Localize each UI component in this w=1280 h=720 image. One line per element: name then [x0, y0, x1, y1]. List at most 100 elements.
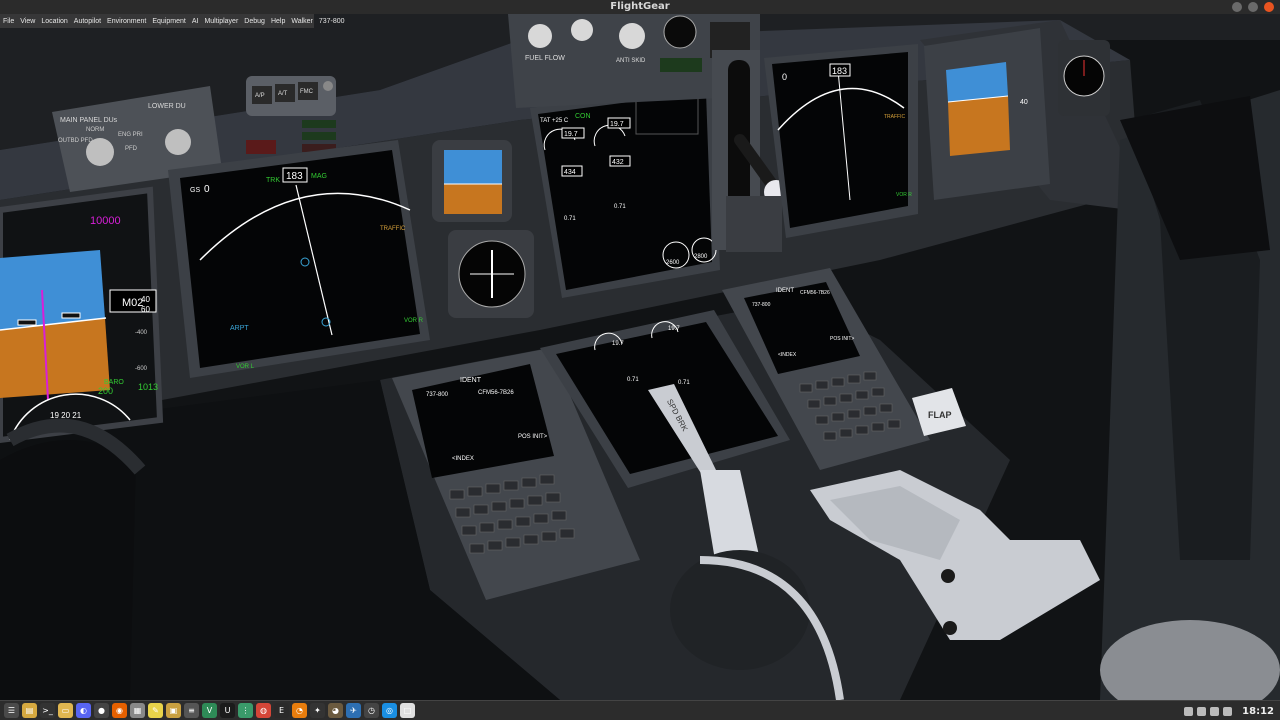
volume-icon[interactable] — [1197, 706, 1207, 716]
svg-text:0.71: 0.71 — [678, 380, 690, 386]
svg-text:PFD: PFD — [125, 146, 138, 152]
files-icon[interactable]: ▤ — [22, 703, 37, 718]
menu-file[interactable]: File — [3, 18, 14, 25]
maximize-button[interactable] — [1248, 2, 1258, 12]
close-button[interactable] — [1264, 2, 1274, 12]
chrome-icon[interactable]: ◍ — [256, 703, 271, 718]
svg-text:0.71: 0.71 — [614, 204, 626, 210]
right-clock — [1058, 40, 1110, 116]
discord-icon[interactable]: ◐ — [76, 703, 91, 718]
settings-icon[interactable]: ≡ — [184, 703, 199, 718]
inkscape-icon[interactable]: ✦ — [310, 703, 325, 718]
menu-multiplayer[interactable]: Multiplayer — [204, 18, 238, 25]
svg-text:GS: GS — [190, 187, 200, 194]
unreal-icon[interactable]: U — [220, 703, 235, 718]
svg-text:2800: 2800 — [694, 254, 708, 260]
svg-text:ARPT: ARPT — [230, 325, 249, 332]
cockpit-view[interactable]: MAIN PANEL DUs LOWER DU NORM OUTBD PFD E… — [0, 14, 1280, 700]
svg-text:BARO: BARO — [104, 379, 124, 386]
blender-icon[interactable]: ◔ — [292, 703, 307, 718]
window-titlebar[interactable]: FlightGear — [0, 0, 1280, 14]
svg-text:432: 432 — [612, 159, 624, 166]
network-icon[interactable]: ⋮ — [238, 703, 253, 718]
svg-text:19.7: 19.7 — [668, 326, 680, 332]
window-icon[interactable]: □ — [400, 703, 415, 718]
terminal-icon[interactable]: >_ — [40, 703, 55, 718]
menu-location[interactable]: Location — [41, 18, 67, 25]
menu-walker[interactable]: Walker — [291, 18, 313, 25]
menu-icon[interactable]: ☰ — [4, 703, 19, 718]
svg-text:TRK: TRK — [266, 177, 280, 184]
battery-icon[interactable] — [1210, 706, 1220, 716]
pdf-icon[interactable]: ▣ — [166, 703, 181, 718]
left-nd: 183 TRK MAG GS 0 TRAFFIC ARPT VOR L VOR … — [168, 140, 430, 378]
right-pfd: 40 — [924, 28, 1050, 200]
menu-aircraft[interactable]: 737-800 — [319, 18, 345, 25]
notes-icon[interactable]: ✎ — [148, 703, 163, 718]
menu-environment[interactable]: Environment — [107, 18, 146, 25]
svg-text:POS INIT>: POS INIT> — [518, 434, 548, 440]
svg-text:NORM: NORM — [86, 127, 104, 133]
svg-text:VOR R: VOR R — [896, 192, 912, 198]
svg-text:19.7: 19.7 — [564, 131, 578, 138]
svg-text:LOWER DU: LOWER DU — [148, 103, 186, 110]
svg-text:<INDEX: <INDEX — [452, 456, 474, 462]
clock-app-icon[interactable]: ◷ — [364, 703, 379, 718]
menu-view[interactable]: View — [20, 18, 35, 25]
svg-text:ENG PRI: ENG PRI — [118, 132, 143, 138]
svg-text:737-800: 737-800 — [752, 302, 771, 308]
gimp-icon[interactable]: ◕ — [328, 703, 343, 718]
svg-text:200: 200 — [98, 386, 113, 396]
notification-icon[interactable] — [1223, 706, 1233, 716]
svg-text:CON: CON — [575, 113, 591, 120]
svg-text:737-800: 737-800 — [426, 392, 449, 398]
svg-text:TRAFFIC: TRAFFIC — [884, 114, 905, 120]
svg-text:OUTBD PFD: OUTBD PFD — [58, 138, 93, 144]
captain-yoke — [0, 418, 146, 700]
lower-du-knob — [165, 129, 191, 155]
svg-text:1013: 1013 — [138, 382, 158, 392]
epic-icon[interactable]: E — [274, 703, 289, 718]
obs-icon[interactable]: ● — [94, 703, 109, 718]
standby-compass — [448, 230, 534, 318]
browser-icon[interactable]: ◎ — [382, 703, 397, 718]
flightgear-icon[interactable]: ✈ — [346, 703, 361, 718]
svg-text:MAG: MAG — [311, 173, 327, 180]
network-icon[interactable] — [1184, 706, 1194, 716]
svg-text:183: 183 — [832, 66, 847, 76]
svg-text:MAIN PANEL DUs: MAIN PANEL DUs — [60, 117, 118, 124]
menu-help[interactable]: Help — [271, 18, 285, 25]
minimize-button[interactable] — [1232, 2, 1242, 12]
svg-text:FLAP: FLAP — [928, 410, 952, 420]
svg-text:IDENT: IDENT — [460, 377, 482, 384]
clock[interactable]: 18:12 — [1242, 706, 1274, 717]
svg-text:TRAFFIC: TRAFFIC — [380, 226, 406, 232]
svg-text:CFM56-7B26: CFM56-7B26 — [800, 290, 830, 296]
left-pfd: 10000 M02 40 60 -400 -600 BARO 200 1013 … — [0, 186, 164, 444]
svg-text:19.7: 19.7 — [610, 121, 624, 128]
svg-text:POS INIT>: POS INIT> — [830, 336, 854, 342]
right-nd: 183 0 TRAFFIC VOR R — [764, 44, 918, 238]
firefox-icon[interactable]: ◉ — [112, 703, 127, 718]
vim-icon[interactable]: V — [202, 703, 217, 718]
svg-text:0: 0 — [782, 72, 787, 82]
svg-text:A/P: A/P — [255, 93, 265, 99]
menu-autopilot[interactable]: Autopilot — [74, 18, 101, 25]
menu-equipment[interactable]: Equipment — [152, 18, 185, 25]
calc-icon[interactable]: ▦ — [130, 703, 145, 718]
svg-text:-400: -400 — [135, 330, 148, 336]
svg-text:0.71: 0.71 — [627, 377, 639, 383]
menu-ai[interactable]: AI — [192, 18, 199, 25]
sim-menubar: File View Location Autopilot Environment… — [0, 14, 345, 28]
cockpit-svg: MAIN PANEL DUs LOWER DU NORM OUTBD PFD E… — [0, 14, 1280, 700]
svg-text:ANTI SKID: ANTI SKID — [616, 58, 646, 64]
taskbar-apps: ☰ ▤ >_ ▭ ◐ ● ◉ ▦ ✎ ▣ ≡ V U ⋮ ◍ E ◔ ✦ ◕ ✈ ◷ ◎ □ — [4, 703, 415, 718]
menu-debug[interactable]: Debug — [244, 18, 265, 25]
svg-text:VOR L: VOR L — [236, 364, 255, 370]
system-tray: 18:12 — [1184, 701, 1280, 720]
svg-text:FMC: FMC — [300, 89, 314, 95]
window-title: FlightGear — [610, 1, 670, 12]
folder-icon[interactable]: ▭ — [58, 703, 73, 718]
svg-text:A/T: A/T — [278, 91, 288, 97]
svg-text:60: 60 — [141, 305, 150, 314]
